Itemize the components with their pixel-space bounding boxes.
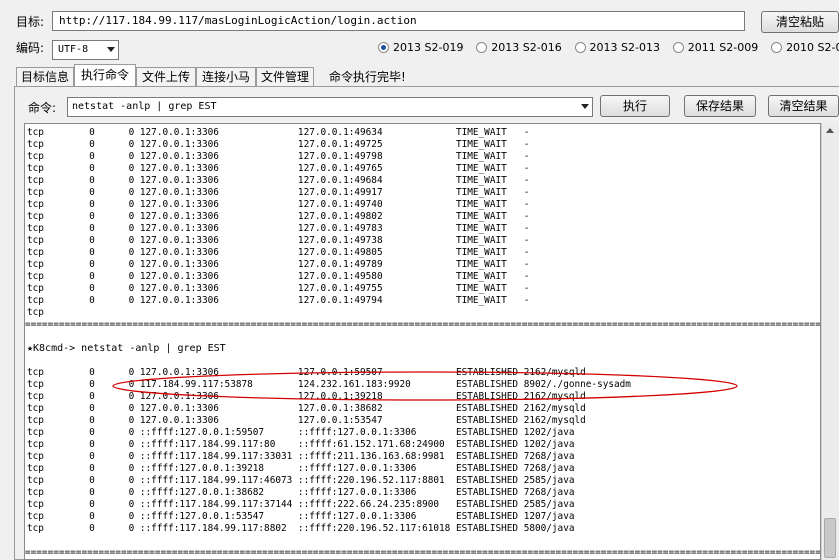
radio-indicator-icon (771, 42, 783, 53)
radio-label: 2013 S2-016 (491, 41, 562, 54)
execute-button[interactable]: 执行 (600, 95, 670, 117)
radio-indicator-icon (378, 42, 389, 53)
radio-indicator-icon (672, 42, 684, 53)
radio-indicator-icon (476, 42, 488, 53)
clear-paste-button[interactable]: 清空粘贴 (761, 11, 839, 33)
radio-s2-019[interactable]: 2013 S2-019 (378, 41, 463, 54)
command-input[interactable]: netstat -anlp | grep EST (67, 97, 593, 117)
radio-label: 2011 S2-009 (687, 41, 759, 54)
radio-s2-005[interactable]: 2010 S2-005 (771, 41, 839, 54)
command-output[interactable]: tcp 0 0 127.0.0.1:3306 127.0.0.1:49634 T… (24, 123, 821, 560)
scroll-thumb[interactable] (824, 518, 836, 558)
radio-label: 2013 S2-013 (589, 41, 660, 54)
scroll-up-icon[interactable] (826, 128, 834, 133)
url-input[interactable]: http://117.184.99.117/masLoginLogicActio… (52, 11, 745, 31)
tab-target-info[interactable]: 目标信息 (16, 67, 74, 86)
command-label: 命令: (28, 101, 57, 115)
command-value: netstat -anlp | grep EST (72, 101, 217, 112)
tab-file-manager[interactable]: 文件管理 (256, 67, 314, 86)
radio-label: 2010 S2-005 (786, 41, 839, 54)
radio-label: 2013 S2-019 (393, 41, 464, 54)
chevron-down-icon (581, 104, 589, 109)
radio-s2-009[interactable]: 2011 S2-009 (672, 41, 759, 54)
encoding-select[interactable]: UTF-8 (52, 40, 119, 60)
encoding-label: 编码: (16, 41, 45, 55)
radio-s2-016[interactable]: 2013 S2-016 (476, 41, 562, 54)
status-text: 命令执行完毕! (329, 70, 406, 84)
tab-connect-shell[interactable]: 连接小马 (196, 67, 256, 86)
target-label: 目标: (16, 15, 45, 29)
chevron-down-icon (107, 47, 115, 52)
highlight-ellipse (112, 371, 738, 401)
radio-s2-013[interactable]: 2013 S2-013 (574, 41, 660, 54)
tab-file-upload[interactable]: 文件上传 (136, 67, 196, 86)
output-scrollbar[interactable] (821, 123, 839, 560)
encoding-value: UTF-8 (58, 44, 89, 55)
exploit-radio-group: 2013 S2-019 2013 S2-016 2013 S2-013 2011… (378, 40, 839, 56)
save-results-button[interactable]: 保存结果 (684, 95, 756, 117)
radio-indicator-icon (574, 42, 586, 53)
tab-execute-command[interactable]: 执行命令 (74, 64, 136, 87)
annotation-overlay (112, 371, 738, 401)
clear-results-button[interactable]: 清空结果 (768, 95, 839, 117)
